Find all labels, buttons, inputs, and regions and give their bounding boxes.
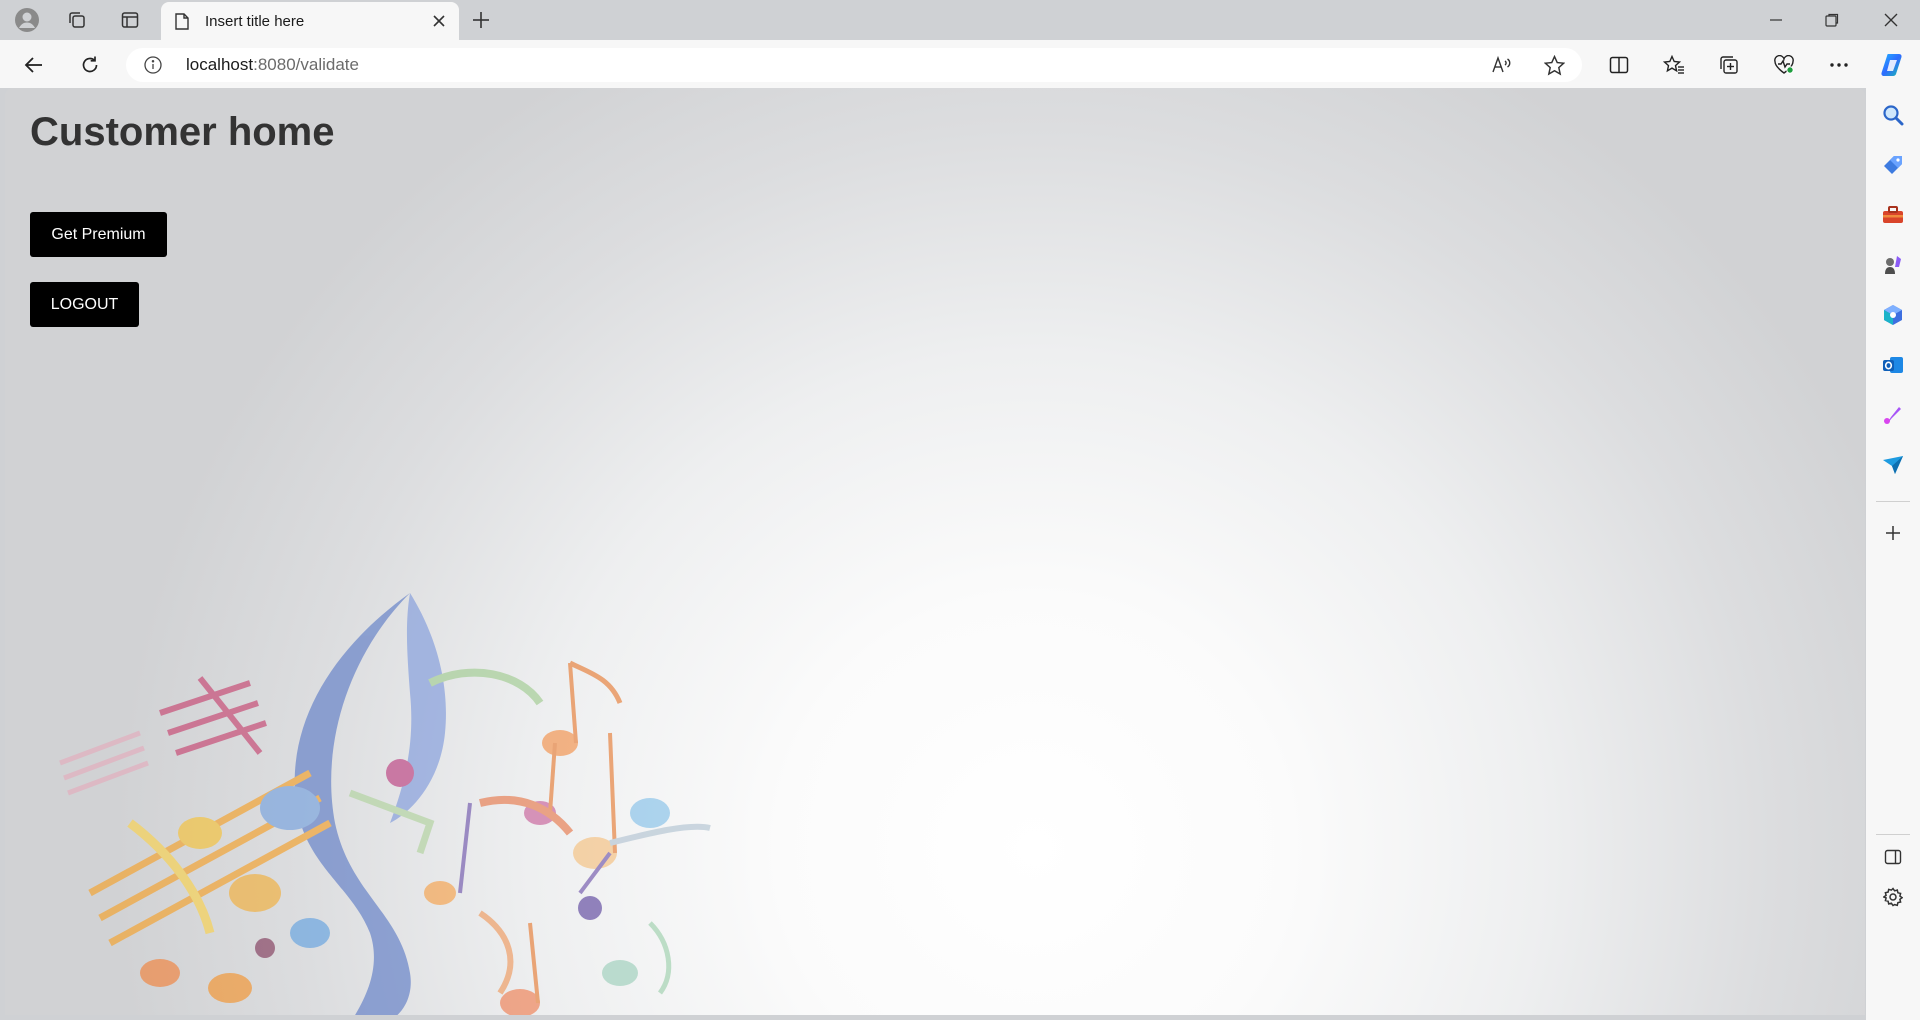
outlook-icon[interactable]	[1878, 350, 1908, 380]
browser-essentials-icon[interactable]	[1768, 49, 1800, 81]
restore-icon[interactable]	[1804, 0, 1860, 40]
shopping-icon[interactable]	[1878, 150, 1908, 180]
settings-icon[interactable]	[1878, 882, 1908, 912]
page-icon	[175, 12, 191, 30]
refresh-icon[interactable]	[74, 49, 106, 81]
page-viewport: Customer home Get Premium LOGOUT	[5, 88, 1865, 1015]
new-tab-icon[interactable]	[466, 5, 496, 35]
games-icon[interactable]	[1878, 250, 1908, 280]
tab-strip: Insert title here	[0, 0, 1920, 40]
address-bar[interactable]: localhost:8080/validate	[126, 48, 1582, 82]
profile-icon[interactable]	[12, 5, 42, 35]
minimize-icon[interactable]	[1748, 0, 1804, 40]
send-icon[interactable]	[1878, 450, 1908, 480]
search-icon[interactable]	[1878, 100, 1908, 130]
logout-button[interactable]: LOGOUT	[30, 282, 139, 327]
add-icon[interactable]	[1878, 518, 1908, 548]
edge-sidebar	[1866, 88, 1920, 1020]
site-info-icon[interactable]	[144, 56, 162, 74]
page-heading: Customer home	[30, 110, 335, 154]
vertical-tabs-icon[interactable]	[115, 5, 145, 35]
back-icon[interactable]	[18, 49, 50, 81]
music-notes-illustration	[59, 593, 711, 1015]
browser-toolbar: localhost:8080/validate	[0, 40, 1920, 88]
tab-title: Insert title here	[205, 12, 305, 30]
sidebar-divider	[1876, 501, 1910, 502]
get-premium-button[interactable]: Get Premium	[30, 212, 167, 257]
split-screen-icon[interactable]	[1603, 49, 1635, 81]
favorite-star-icon[interactable]	[1539, 50, 1569, 80]
active-tab[interactable]: Insert title here	[161, 2, 459, 40]
copilot-icon[interactable]	[1877, 49, 1909, 81]
designer-icon[interactable]	[1878, 400, 1908, 430]
collections-icon[interactable]	[1713, 49, 1745, 81]
close-tab-icon[interactable]	[425, 7, 453, 35]
url-text[interactable]: localhost:8080/validate	[186, 55, 359, 75]
more-icon[interactable]	[1823, 49, 1855, 81]
read-aloud-icon[interactable]	[1487, 50, 1517, 80]
favorites-icon[interactable]	[1658, 49, 1690, 81]
tools-icon[interactable]	[1878, 200, 1908, 230]
close-window-icon[interactable]	[1863, 0, 1919, 40]
workspaces-icon[interactable]	[62, 5, 92, 35]
sidebar-divider-bottom	[1876, 834, 1910, 835]
hide-sidebar-icon[interactable]	[1878, 842, 1908, 872]
microsoft365-icon[interactable]	[1878, 300, 1908, 330]
